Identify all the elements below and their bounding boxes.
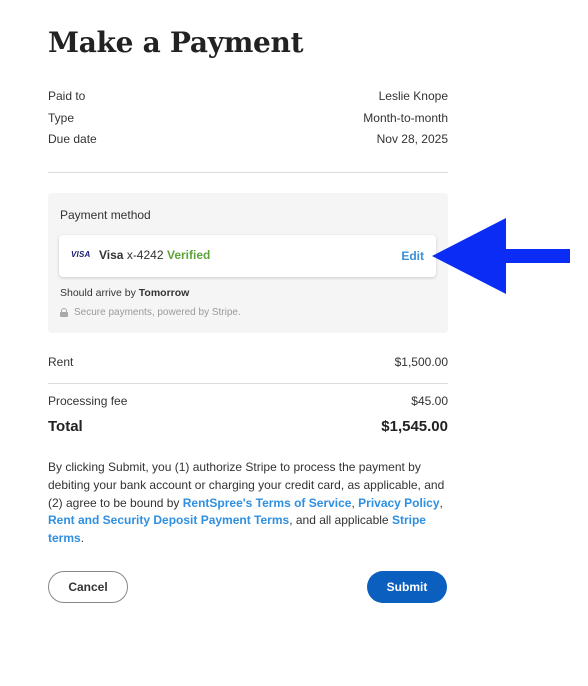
charge-label: Rent bbox=[48, 355, 74, 369]
card-brand: Visa bbox=[99, 248, 124, 262]
summary-label: Type bbox=[48, 111, 75, 125]
charge-value: $45.00 bbox=[411, 394, 448, 408]
summary-row-paid-to: Paid to Leslie Knope bbox=[48, 89, 448, 103]
terms-part: , and all applicable bbox=[289, 513, 392, 528]
summary-row-type: Type Month-to-month bbox=[48, 111, 448, 125]
summary-value: Month-to-month bbox=[363, 111, 448, 125]
summary-row-due-date: Due date Nov 28, 2025 bbox=[48, 132, 448, 146]
payment-method-panel: Payment method VISA Visa x-4242 Verified… bbox=[48, 193, 448, 333]
edit-payment-method-link[interactable]: Edit bbox=[401, 249, 424, 263]
divider bbox=[48, 383, 448, 384]
cancel-button[interactable]: Cancel bbox=[48, 571, 128, 603]
annotation-arrow-icon bbox=[432, 218, 570, 294]
charge-row-processing-fee: Processing fee $45.00 bbox=[48, 394, 448, 408]
terms-of-service-link[interactable]: RentSpree's Terms of Service bbox=[183, 496, 352, 510]
summary-label: Paid to bbox=[48, 89, 86, 103]
submit-button[interactable]: Submit bbox=[367, 571, 447, 603]
verified-badge: Verified bbox=[167, 248, 211, 262]
secure-text: Secure payments, powered by Stripe. bbox=[74, 307, 241, 318]
summary-value: Leslie Knope bbox=[378, 89, 448, 103]
card-number: x-4242 bbox=[126, 248, 164, 262]
card-label: Visa x-4242 bbox=[99, 248, 164, 262]
terms-text: By clicking Submit, you (1) authorize St… bbox=[48, 459, 450, 548]
arrival-estimate: Should arrive by Tomorrow bbox=[60, 287, 189, 299]
summary-label: Due date bbox=[48, 132, 97, 146]
charge-label: Processing fee bbox=[48, 394, 128, 408]
secure-payments-note: Secure payments, powered by Stripe. bbox=[60, 307, 241, 318]
total-label: Total bbox=[48, 418, 83, 435]
total-value: $1,545.00 bbox=[381, 418, 448, 435]
terms-part: . bbox=[80, 531, 85, 546]
payment-method-label: Payment method bbox=[60, 208, 151, 222]
charge-row-rent: Rent $1,500.00 bbox=[48, 355, 448, 369]
payment-card: VISA Visa x-4242 Verified Edit bbox=[59, 235, 436, 277]
terms-part: , bbox=[439, 495, 443, 510]
privacy-policy-link[interactable]: Privacy Policy bbox=[358, 496, 439, 510]
divider bbox=[48, 172, 448, 173]
page-title: Make a Payment bbox=[48, 26, 304, 59]
lock-icon bbox=[60, 308, 68, 317]
summary-value: Nov 28, 2025 bbox=[376, 132, 448, 146]
charge-value: $1,500.00 bbox=[394, 355, 448, 369]
arrival-prefix: Should arrive by bbox=[60, 287, 136, 299]
deposit-payment-terms-link[interactable]: Rent and Security Deposit Payment Terms bbox=[48, 513, 289, 527]
visa-logo-icon: VISA bbox=[71, 250, 91, 259]
total-row: Total $1,545.00 bbox=[48, 418, 448, 435]
arrival-value: Tomorrow bbox=[138, 287, 190, 299]
